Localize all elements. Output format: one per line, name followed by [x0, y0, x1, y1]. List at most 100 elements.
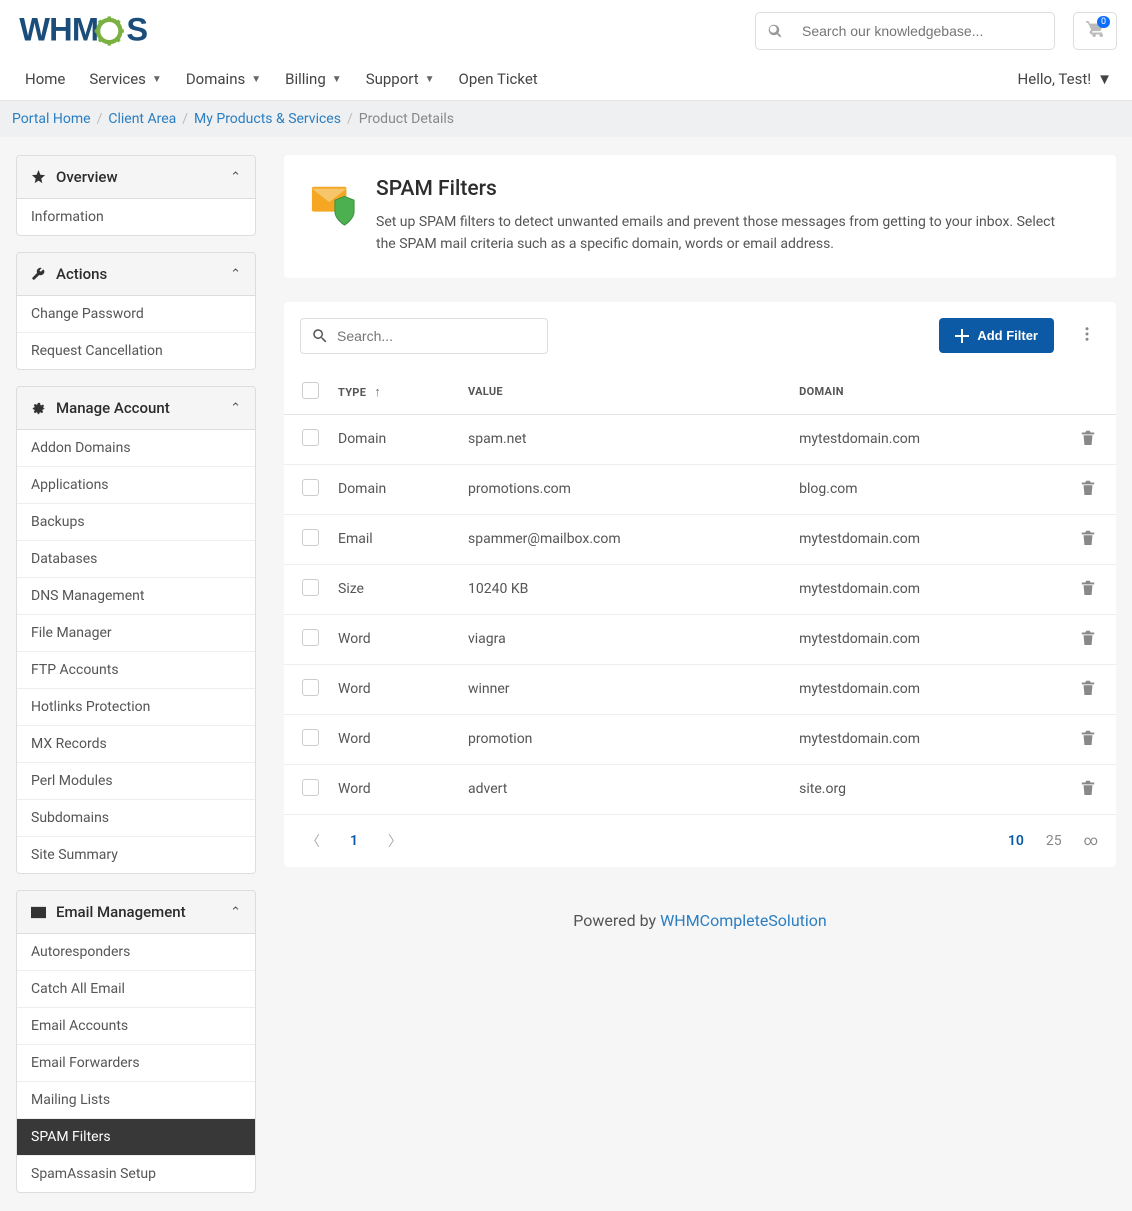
trash-icon — [1080, 729, 1096, 745]
kb-search-input[interactable] — [802, 23, 1042, 39]
delete-button[interactable] — [1080, 683, 1096, 699]
row-checkbox[interactable] — [302, 579, 319, 596]
row-checkbox[interactable] — [302, 629, 319, 646]
svg-text:WHM: WHM — [19, 13, 98, 47]
sidebar-item-databases[interactable]: Databases — [17, 540, 255, 577]
sidebar-item-catch-all-email[interactable]: Catch All Email — [17, 970, 255, 1007]
panel-header-overview[interactable]: Overview⌃ — [17, 156, 255, 199]
more-menu-button[interactable] — [1074, 321, 1100, 351]
delete-button[interactable] — [1080, 783, 1096, 799]
delete-button[interactable] — [1080, 433, 1096, 449]
caret-down-icon: ▼ — [332, 74, 342, 85]
breadcrumb-item[interactable]: Portal Home — [12, 111, 91, 127]
sidebar-item-site-summary[interactable]: Site Summary — [17, 836, 255, 873]
svg-text:S: S — [126, 13, 147, 47]
trash-icon — [1080, 579, 1096, 595]
next-page-button[interactable]: 〉 — [384, 827, 406, 855]
delete-button[interactable] — [1080, 533, 1096, 549]
filters-card: Add Filter TYPE↑ VALUE DOMAIN — [284, 302, 1116, 867]
nav-open-ticket[interactable]: Open Ticket — [449, 58, 548, 100]
sidebar-item-autoresponders[interactable]: Autoresponders — [17, 934, 255, 970]
sidebar-item-request-cancellation[interactable]: Request Cancellation — [17, 332, 255, 369]
add-filter-button[interactable]: Add Filter — [939, 318, 1054, 353]
page-size-25[interactable]: 25 — [1046, 833, 1062, 849]
sidebar-item-spam-filters[interactable]: SPAM Filters — [17, 1118, 255, 1155]
page-size-∞[interactable]: ∞ — [1084, 833, 1098, 849]
cell-value: 10240 KB — [460, 564, 791, 614]
user-menu[interactable]: Hello, Test!▼ — [1013, 58, 1117, 100]
footer: Powered by WHMCompleteSolution — [284, 891, 1116, 950]
cell-value: winner — [460, 664, 791, 714]
breadcrumb-item[interactable]: Client Area — [108, 111, 176, 127]
select-all-checkbox[interactable] — [302, 382, 319, 399]
table-row: Size10240 KBmytestdomain.com — [284, 564, 1116, 614]
nav-services[interactable]: Services▼ — [79, 58, 171, 100]
trash-icon — [1080, 779, 1096, 795]
sidebar-item-ftp-accounts[interactable]: FTP Accounts — [17, 651, 255, 688]
table-row: Wordadvertsite.org — [284, 764, 1116, 814]
sidebar-item-perl-modules[interactable]: Perl Modules — [17, 762, 255, 799]
column-value[interactable]: VALUE — [460, 370, 791, 415]
cell-value: spam.net — [460, 414, 791, 464]
row-checkbox[interactable] — [302, 429, 319, 446]
sidebar-item-file-manager[interactable]: File Manager — [17, 614, 255, 651]
breadcrumb-item: Product Details — [359, 111, 454, 127]
sidebar-item-mx-records[interactable]: MX Records — [17, 725, 255, 762]
caret-down-icon: ▼ — [251, 74, 261, 85]
sidebar-item-backups[interactable]: Backups — [17, 503, 255, 540]
table-row: Domainpromotions.comblog.com — [284, 464, 1116, 514]
page-number[interactable]: 1 — [344, 829, 364, 853]
nav-billing[interactable]: Billing▼ — [275, 58, 352, 100]
sidebar-item-email-accounts[interactable]: Email Accounts — [17, 1007, 255, 1044]
row-checkbox[interactable] — [302, 779, 319, 796]
footer-link[interactable]: WHMCompleteSolution — [660, 911, 827, 930]
column-domain[interactable]: DOMAIN — [791, 370, 1060, 415]
sidebar-item-change-password[interactable]: Change Password — [17, 296, 255, 332]
cart-button[interactable]: 0 — [1073, 12, 1117, 50]
sidebar-item-information[interactable]: Information — [17, 199, 255, 235]
panel-header-manage-account[interactable]: Manage Account⌃ — [17, 387, 255, 430]
table-search-input[interactable] — [337, 328, 537, 344]
nav-domains[interactable]: Domains▼ — [176, 58, 271, 100]
table-search[interactable] — [300, 318, 548, 354]
chevron-up-icon: ⌃ — [230, 401, 241, 416]
delete-button[interactable] — [1080, 483, 1096, 499]
sidebar-item-subdomains[interactable]: Subdomains — [17, 799, 255, 836]
row-checkbox[interactable] — [302, 679, 319, 696]
row-checkbox[interactable] — [302, 529, 319, 546]
kb-search[interactable] — [755, 12, 1055, 50]
panel-header-actions[interactable]: Actions⌃ — [17, 253, 255, 296]
sidebar-item-hotlinks-protection[interactable]: Hotlinks Protection — [17, 688, 255, 725]
filters-table: TYPE↑ VALUE DOMAIN Domainspam.netmytestd… — [284, 370, 1116, 815]
chevron-up-icon: ⌃ — [230, 170, 241, 185]
panel-header-email-management[interactable]: Email Management⌃ — [17, 891, 255, 934]
trash-icon — [1080, 679, 1096, 695]
nav-home[interactable]: Home — [15, 58, 75, 100]
row-checkbox[interactable] — [302, 479, 319, 496]
cell-domain: mytestdomain.com — [791, 514, 1060, 564]
row-checkbox[interactable] — [302, 729, 319, 746]
sidebar-item-email-forwarders[interactable]: Email Forwarders — [17, 1044, 255, 1081]
prev-page-button[interactable]: 〈 — [302, 827, 324, 855]
page-size-10[interactable]: 10 — [1008, 833, 1024, 849]
sidebar-item-mailing-lists[interactable]: Mailing Lists — [17, 1081, 255, 1118]
sidebar-item-addon-domains[interactable]: Addon Domains — [17, 430, 255, 466]
delete-button[interactable] — [1080, 733, 1096, 749]
cell-type: Word — [330, 664, 460, 714]
cell-domain: mytestdomain.com — [791, 414, 1060, 464]
cell-value: promotions.com — [460, 464, 791, 514]
delete-button[interactable] — [1080, 583, 1096, 599]
logo[interactable]: WHM S — [15, 13, 195, 49]
table-row: Wordviagramytestdomain.com — [284, 614, 1116, 664]
trash-icon — [1080, 529, 1096, 545]
breadcrumb-item[interactable]: My Products & Services — [194, 111, 341, 127]
sidebar-item-dns-management[interactable]: DNS Management — [17, 577, 255, 614]
delete-button[interactable] — [1080, 633, 1096, 649]
page-title: SPAM Filters — [376, 177, 1056, 201]
nav-support[interactable]: Support▼ — [356, 58, 445, 100]
page-header: SPAM Filters Set up SPAM filters to dete… — [284, 155, 1116, 278]
wrench-icon — [31, 267, 46, 282]
sidebar-item-applications[interactable]: Applications — [17, 466, 255, 503]
column-type[interactable]: TYPE↑ — [330, 370, 460, 415]
sidebar-item-spamassasin-setup[interactable]: SpamAssasin Setup — [17, 1155, 255, 1192]
